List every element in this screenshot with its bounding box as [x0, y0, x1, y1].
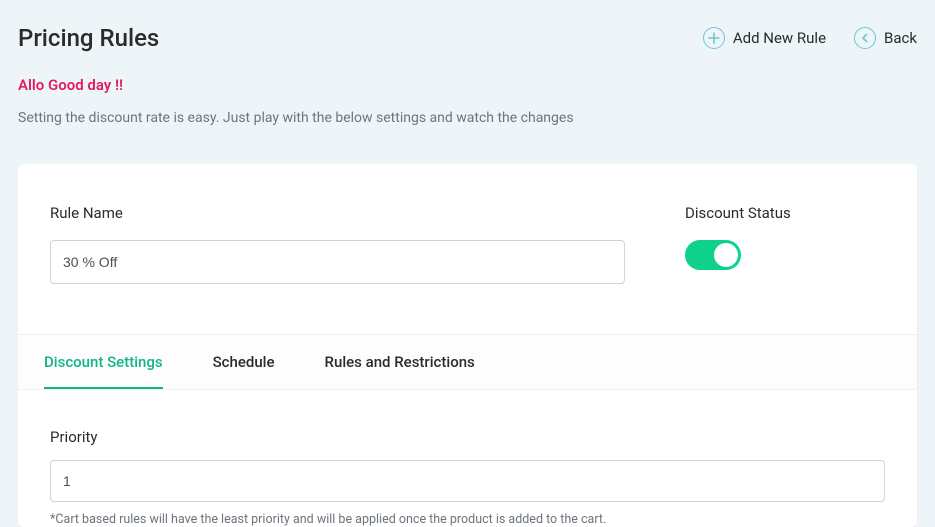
toggle-knob — [714, 243, 738, 267]
back-button[interactable]: Back — [854, 27, 917, 49]
tab-rules-restrictions[interactable]: Rules and Restrictions — [325, 335, 475, 389]
greeting-text: Allo Good day !! — [18, 76, 917, 94]
subheading-text: Setting the discount rate is easy. Just … — [18, 110, 917, 126]
priority-input[interactable] — [50, 460, 885, 502]
tab-schedule[interactable]: Schedule — [213, 335, 275, 389]
tab-discount-settings[interactable]: Discount Settings — [44, 335, 163, 389]
priority-label: Priority — [50, 428, 885, 446]
page-title: Pricing Rules — [18, 24, 159, 52]
rule-name-label: Rule Name — [50, 204, 625, 222]
add-new-rule-label: Add New Rule — [733, 29, 826, 47]
priority-note: *Cart based rules will have the least pr… — [50, 512, 885, 527]
rule-card: Rule Name Discount Status Discount Setti… — [18, 164, 917, 527]
add-new-rule-button[interactable]: Add New Rule — [703, 27, 826, 49]
back-label: Back — [884, 29, 917, 47]
plus-circle-icon — [703, 27, 725, 49]
discount-status-toggle[interactable] — [685, 240, 741, 270]
tabs-bar: Discount Settings Schedule Rules and Res… — [18, 334, 917, 390]
discount-status-label: Discount Status — [685, 204, 885, 222]
rule-name-input[interactable] — [50, 240, 625, 284]
chevron-left-icon — [854, 27, 876, 49]
